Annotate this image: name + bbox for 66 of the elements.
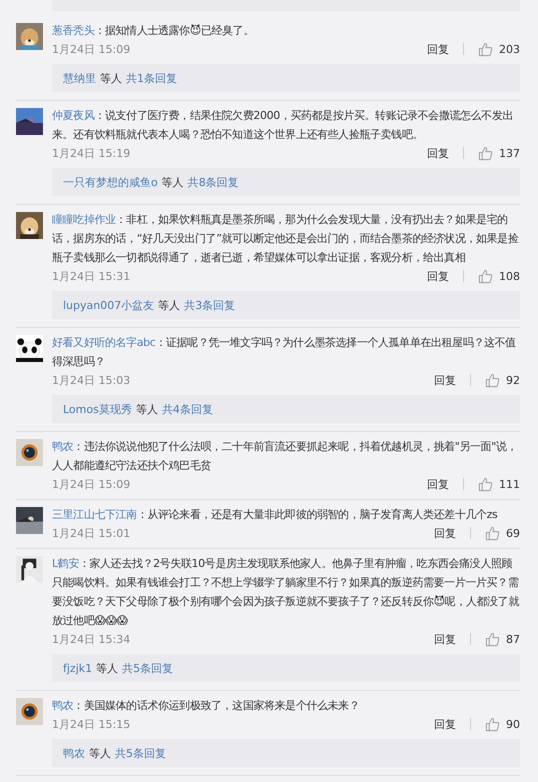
thumbs-up-icon[interactable]	[485, 716, 500, 732]
username-link[interactable]: 葱香秃头	[52, 24, 94, 37]
reply-count-link[interactable]: 共5条回复	[122, 660, 174, 676]
timestamp: 1月24日 15:19	[52, 146, 130, 160]
reply-label: 等人	[158, 298, 180, 312]
username-link[interactable]: 仲夏夜风	[52, 109, 94, 122]
like-count: 92	[506, 374, 520, 386]
thumbs-up-icon[interactable]	[478, 146, 493, 160]
reply-count-link[interactable]: 共4条回复	[162, 402, 213, 416]
timestamp: 1月24日 15:15	[52, 716, 130, 732]
reply-label: 等人	[89, 746, 111, 760]
thumbs-up-icon[interactable]	[478, 476, 493, 492]
reply-count-link[interactable]: 共8条回复	[188, 174, 239, 190]
timestamp: 1月24日 15:09	[52, 42, 130, 56]
reply-count-link[interactable]: 共1条回复	[126, 70, 177, 86]
like-count: 87	[506, 632, 520, 646]
reply-link[interactable]: 回复	[427, 42, 449, 56]
username-link[interactable]: lupyan007小盆友	[63, 298, 154, 312]
comment-text: 鸭农：美国媒体的话术你运到极致了，这国家将来是个什么未来？	[52, 698, 360, 714]
username-link[interactable]: L鹤安	[52, 557, 79, 570]
comment-text: 好看又好听的名字abc：证据呢？凭一堆文字吗？为什么墨茶选择一个人孤单单在出租屋吗？这不值得深思吗？	[52, 335, 517, 370]
username-link[interactable]: 三里江山七下江南	[52, 508, 137, 521]
thumbs-up-icon[interactable]	[485, 632, 500, 646]
like-count: 108	[499, 270, 520, 282]
reply-link[interactable]: 回复	[434, 632, 456, 646]
like-count: 111	[499, 478, 520, 490]
timestamp: 1月24日 15:34	[52, 632, 130, 646]
reply-link[interactable]: 回复	[434, 526, 456, 540]
timestamp: 1月24日 15:31	[52, 268, 130, 284]
reply-label: 等人	[96, 660, 118, 676]
timestamp: 1月24日 15:01	[52, 526, 130, 540]
comment-text: L鹤安：家人还去找？2号失联10号是房主发现联系他家人。他鼻子里有肿瘤，吃东西会痛没人照顾只能喝饮料。如果有钱谁会打工？不想上学辍学了躺家里不行？如果真的叛逆药需要一片一片买？需要没饭吃？天下父母除了极个别有哪个会因为孩子叛逆就不要孩子了？还反转反你😈呢，人都没了就放过他吧😱😱😱	[52, 556, 520, 629]
thumbs-up-icon[interactable]	[485, 526, 500, 540]
thumbs-up-icon[interactable]	[485, 372, 500, 388]
reply-link[interactable]: 回复	[427, 476, 449, 492]
username-link[interactable]: Lomos莫现秀	[63, 402, 132, 416]
timestamp: 1月24日 15:03	[52, 372, 130, 388]
comment-text: 鸭农：违法你说说他犯了什么法呗，二十年前盲流还要抓起来呢，抖着优越机灵，挑着"另一面"说，人人都能遵纪守法还扶个鸡巴毛贫	[52, 439, 518, 474]
like-count: 137	[499, 146, 520, 160]
thumbs-up-icon[interactable]	[478, 268, 493, 284]
username-link[interactable]: 一只有梦想的咸鱼o	[63, 174, 158, 190]
username-link[interactable]: 鸭农	[63, 746, 85, 760]
like-count: 203	[499, 42, 520, 56]
like-count: 69	[506, 526, 520, 540]
timestamp: 1月24日 15:09	[52, 476, 130, 492]
reply-count-link[interactable]: 共5条回复	[115, 746, 166, 760]
username-link[interactable]: 鸭农	[52, 440, 74, 453]
reply-count-link[interactable]: 共3条回复	[184, 298, 236, 312]
username-link[interactable]: 好看又好听的名字abc	[52, 336, 156, 349]
reply-link[interactable]: 回复	[427, 146, 449, 160]
username-link[interactable]: 瞳瞳吃掉作业	[52, 213, 116, 226]
reply-label: 等人	[100, 70, 122, 86]
reply-link[interactable]: 回复	[427, 268, 449, 284]
comment-text: 葱香秃头：据知情人士透露你😈已经臭了。	[52, 23, 255, 39]
username-link[interactable]: 慧纳里	[63, 70, 96, 86]
reply-label: 等人	[136, 402, 158, 416]
comment-text: 瞳瞳吃掉作业：非杠，如果饮料瓶真是墨茶所喝，那为什么会发现大量，没有扔出去？如果是宅的话，据房东的话，“好几天没出门了”就可以断定他还是会出门的，而结合墨茶的经济状况，如果是捡瓶子卖钱那么一切都说得通了，逝者已逝，希望媒体可以拿出证据，客观分析，给出真相	[52, 212, 520, 266]
comment-text: 三里江山七下江南：从评论来看，还是有大量非此即彼的弱智的，脑子发育离人类还差十几个zs	[52, 507, 498, 523]
reply-link[interactable]: 回复	[434, 716, 456, 732]
username-link[interactable]: 鸭农	[52, 699, 74, 712]
like-count: 90	[506, 718, 520, 730]
username-link[interactable]: fjzjk1	[63, 662, 92, 674]
reply-link[interactable]: 回复	[434, 372, 456, 388]
comment-text: 仲夏夜风：说支付了医疗费，结果住院欠费2000，买药都是按片买。转账记录不会撒谎怎么不发出来。还有饮料瓶就代表本人喝？恐怕不知道这个世界上还有些人捡瓶子卖钱吧。	[52, 108, 514, 143]
thumbs-up-icon[interactable]	[478, 42, 493, 56]
reply-label: 等人	[162, 174, 184, 190]
